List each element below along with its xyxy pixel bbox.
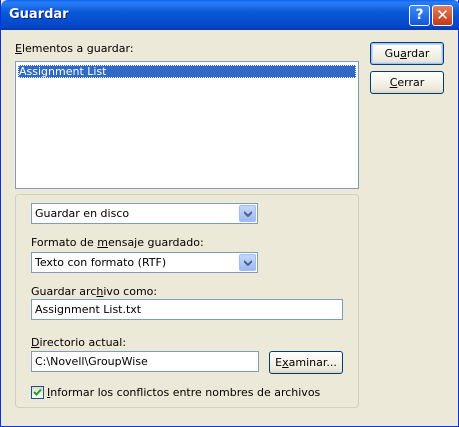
close-window-button[interactable]: ✕ — [432, 5, 453, 26]
current-dir-field[interactable]: C:\Novell\GroupWise — [31, 351, 259, 372]
help-button[interactable]: ? — [409, 5, 430, 26]
conflicts-label[interactable]: Informar los conflictos entre nombres de… — [47, 386, 320, 399]
chevron-down-icon[interactable] — [239, 254, 256, 271]
save-as-value: Assignment List.txt — [35, 303, 142, 316]
title-bar: Guardar ? ✕ — [1, 0, 459, 30]
browse-button[interactable]: Examinar... — [269, 351, 343, 374]
window-title: Guardar — [9, 7, 69, 22]
list-item[interactable]: Assignment List — [18, 65, 356, 78]
current-dir-value: C:\Novell\GroupWise — [35, 355, 148, 368]
checkmark-icon — [33, 388, 42, 396]
save-as-label: Guardar archivo como: — [31, 285, 158, 298]
destination-select[interactable]: Guardar en disco — [31, 203, 258, 224]
chevron-down-icon[interactable] — [239, 205, 256, 222]
format-label: Formato de mensaje guardado: — [31, 236, 204, 249]
current-dir-label: Directorio actual: — [31, 336, 127, 349]
close-icon: ✕ — [436, 6, 449, 24]
help-icon: ? — [415, 7, 424, 23]
format-select[interactable]: Texto con formato (RTF) — [31, 252, 258, 273]
destination-value: Guardar en disco — [35, 207, 130, 220]
items-listbox[interactable]: Assignment List — [15, 61, 359, 189]
close-button[interactable]: Cerrar — [370, 71, 444, 94]
save-as-field[interactable]: Assignment List.txt — [31, 299, 343, 320]
format-value: Texto con formato (RTF) — [35, 256, 167, 269]
save-dialog: Guardar ? ✕ Elementos a guardar: Assignm… — [0, 0, 459, 427]
save-button[interactable]: Guardar — [370, 42, 444, 65]
items-list-label: Elementos a guardar: — [15, 42, 134, 55]
conflicts-checkbox[interactable] — [31, 386, 44, 399]
